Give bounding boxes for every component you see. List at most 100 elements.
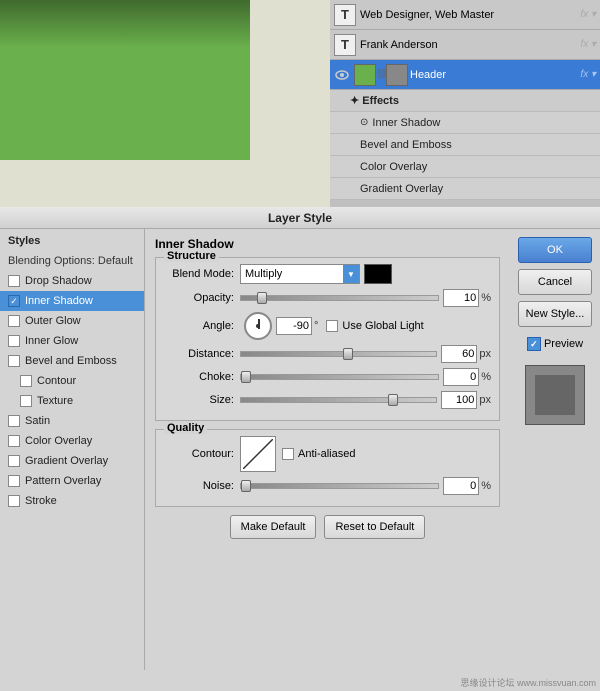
new-style-button[interactable]: New Style... — [518, 301, 592, 327]
angle-dial[interactable] — [244, 312, 272, 340]
preview-inner — [535, 375, 575, 415]
preview-label: Preview — [544, 338, 583, 350]
contour-checkbox[interactable] — [20, 375, 32, 387]
size-input[interactable] — [441, 391, 477, 409]
sidebar-item-outer-glow[interactable]: Outer Glow — [0, 311, 144, 331]
cancel-button[interactable]: Cancel — [518, 269, 592, 295]
noise-slider-container: % — [240, 477, 491, 495]
contour-row: Contour: Anti-aliased — [164, 436, 491, 472]
reset-to-default-button[interactable]: Reset to Default — [324, 515, 425, 539]
distance-slider-container: px — [240, 345, 491, 363]
satin-checkbox[interactable] — [8, 415, 20, 427]
effect-color-overlay[interactable]: Color Overlay — [330, 156, 600, 178]
sidebar-item-bevel-emboss[interactable]: Bevel and Emboss — [0, 351, 144, 371]
texture-checkbox[interactable] — [20, 395, 32, 407]
opacity-slider-track[interactable] — [240, 295, 439, 301]
bevel-emboss-checkbox[interactable] — [8, 355, 20, 367]
effects-section: ✦ Effects ⊙ Inner Shadow Bevel and Embos… — [330, 90, 600, 200]
contour-preview[interactable] — [240, 436, 276, 472]
choke-unit: % — [481, 371, 491, 383]
opacity-input[interactable] — [443, 289, 479, 307]
angle-input[interactable] — [276, 317, 312, 335]
opacity-label: Opacity: — [164, 292, 234, 304]
layer-type-icon: T — [334, 4, 356, 26]
sidebar-item-stroke[interactable]: Stroke — [0, 491, 144, 511]
effect-eye-inner-shadow: ⊙ — [360, 117, 368, 128]
effect-bevel-emboss[interactable]: Bevel and Emboss — [330, 134, 600, 156]
effect-gradient-overlay[interactable]: Gradient Overlay — [330, 178, 600, 200]
effect-inner-shadow[interactable]: ⊙ Inner Shadow — [330, 112, 600, 134]
use-global-light-checkbox[interactable] — [326, 320, 338, 332]
inner-shadow-checkbox[interactable] — [8, 295, 20, 307]
styles-sidebar: Styles Blending Options: Default Drop Sh… — [0, 229, 145, 670]
watermark-bar: 思缘设计论坛 www.missvuan.com — [0, 670, 600, 691]
fx-badge-frank: fx ▾ — [580, 39, 596, 50]
anti-aliased-label[interactable]: Anti-aliased — [282, 448, 355, 460]
layer-type-icon-frank: T — [334, 34, 356, 56]
choke-input[interactable] — [443, 368, 479, 386]
contour-label: Contour: — [164, 448, 234, 460]
distance-unit: px — [479, 348, 491, 360]
distance-slider-track[interactable] — [240, 351, 437, 357]
size-row: Size: px — [164, 391, 491, 409]
choke-slider-thumb[interactable] — [241, 371, 251, 383]
layer-row-frank-anderson[interactable]: T Frank Anderson fx ▾ — [330, 30, 600, 60]
use-global-light-label[interactable]: Use Global Light — [326, 320, 423, 332]
stroke-checkbox[interactable] — [8, 495, 20, 507]
angle-label: Angle: — [164, 320, 234, 332]
layer-chain-icon: ⛓ — [378, 64, 386, 86]
styles-header: Styles — [0, 233, 144, 251]
eye-icon-header[interactable] — [334, 67, 350, 83]
distance-input[interactable] — [441, 345, 477, 363]
canvas-shadow — [0, 0, 250, 160]
layer-row-header[interactable]: ⛓ Header fx ▾ — [330, 60, 600, 90]
anti-aliased-checkbox[interactable] — [282, 448, 294, 460]
opacity-row: Opacity: % — [164, 289, 491, 307]
sidebar-item-drop-shadow[interactable]: Drop Shadow — [0, 271, 144, 291]
effects-label: ✦ Effects — [330, 90, 600, 112]
angle-unit: ° — [314, 320, 318, 332]
size-slider-container: px — [240, 391, 491, 409]
sidebar-item-inner-shadow[interactable]: Inner Shadow — [0, 291, 144, 311]
color-overlay-checkbox[interactable] — [8, 435, 20, 447]
drop-shadow-checkbox[interactable] — [8, 275, 20, 287]
sidebar-item-pattern-overlay[interactable]: Pattern Overlay — [0, 471, 144, 491]
preview-checkbox[interactable]: ✓ — [527, 337, 541, 351]
preview-row: ✓ Preview — [518, 337, 592, 351]
pattern-overlay-checkbox[interactable] — [8, 475, 20, 487]
size-slider-track[interactable] — [240, 397, 437, 403]
noise-unit: % — [481, 480, 491, 492]
noise-input[interactable] — [443, 477, 479, 495]
layer-name-header: Header — [410, 69, 576, 81]
structure-label: Structure — [164, 250, 219, 262]
distance-slider-thumb[interactable] — [343, 348, 353, 360]
dialog-body: Styles Blending Options: Default Drop Sh… — [0, 229, 600, 670]
size-slider-thumb[interactable] — [388, 394, 398, 406]
sidebar-item-color-overlay[interactable]: Color Overlay — [0, 431, 144, 451]
right-buttons-panel: OK Cancel New Style... ✓ Preview — [510, 229, 600, 670]
blend-mode-dropdown[interactable]: Multiply ▼ — [240, 264, 360, 284]
gradient-overlay-checkbox[interactable] — [8, 455, 20, 467]
make-default-button[interactable]: Make Default — [230, 515, 317, 539]
layer-row-web-designer[interactable]: T Web Designer, Web Master fx ▾ — [330, 0, 600, 30]
inner-glow-checkbox[interactable] — [8, 335, 20, 347]
sidebar-item-satin[interactable]: Satin — [0, 411, 144, 431]
sidebar-item-inner-glow[interactable]: Inner Glow — [0, 331, 144, 351]
noise-slider-thumb[interactable] — [241, 480, 251, 492]
distance-row: Distance: px — [164, 345, 491, 363]
preview-checkmark: ✓ — [530, 339, 538, 350]
noise-slider-track[interactable] — [240, 483, 439, 489]
ok-button[interactable]: OK — [518, 237, 592, 263]
outer-glow-checkbox[interactable] — [8, 315, 20, 327]
sidebar-item-gradient-overlay[interactable]: Gradient Overlay — [0, 451, 144, 471]
quality-group: Quality Contour: Anti-aliased Noise: — [155, 429, 500, 507]
sidebar-item-blending[interactable]: Blending Options: Default — [0, 251, 144, 271]
opacity-slider-thumb[interactable] — [257, 292, 267, 304]
sidebar-item-contour[interactable]: Contour — [0, 371, 144, 391]
choke-slider-track[interactable] — [240, 374, 439, 380]
blend-color-swatch[interactable] — [364, 264, 392, 284]
sidebar-item-texture[interactable]: Texture — [0, 391, 144, 411]
layers-panel: T Web Designer, Web Master fx ▾ T Frank … — [330, 0, 600, 207]
distance-label: Distance: — [164, 348, 234, 360]
preview-box — [525, 365, 585, 425]
